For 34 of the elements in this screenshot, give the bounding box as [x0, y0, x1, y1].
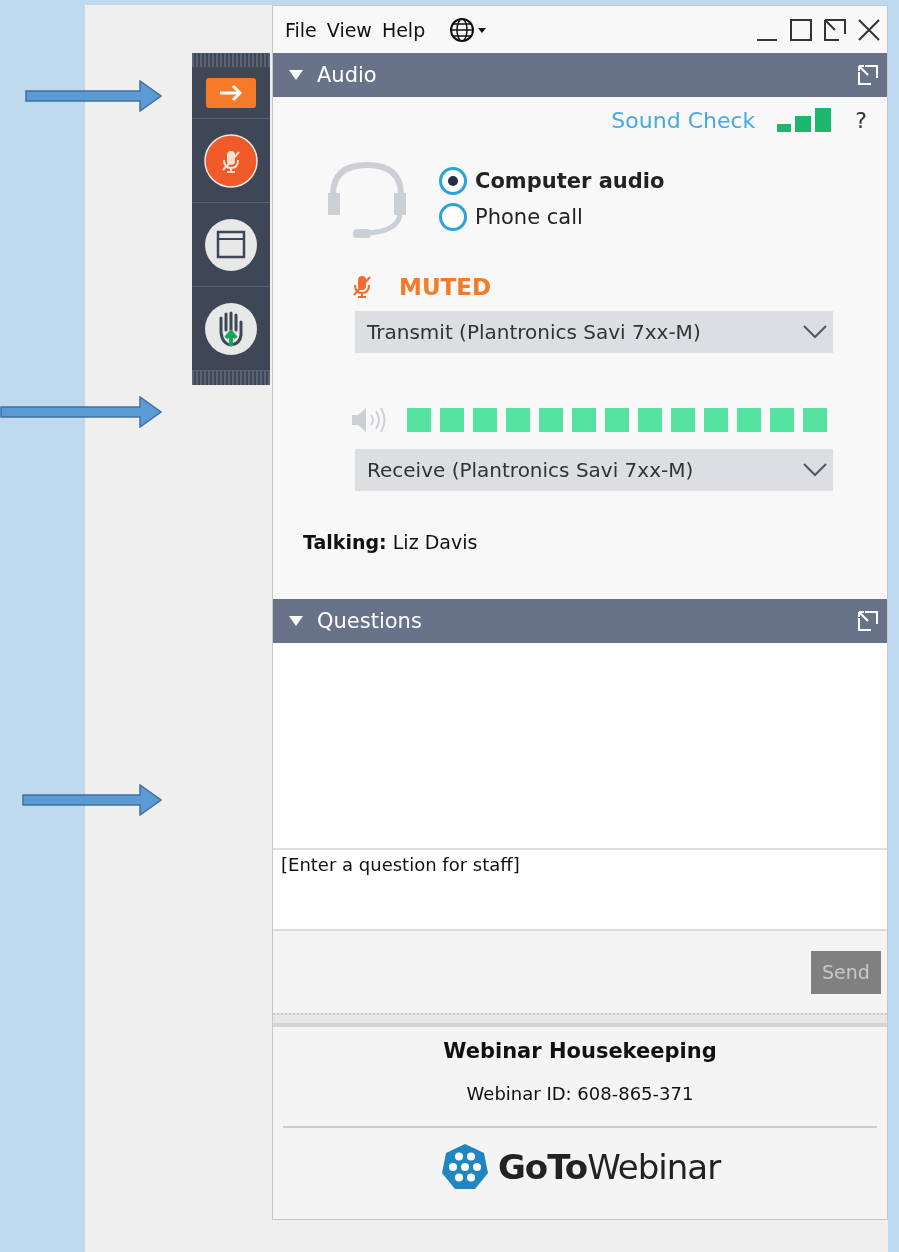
webinar-title: Webinar Housekeeping — [443, 1039, 717, 1063]
collapse-triangle-icon — [289, 70, 303, 80]
chevron-down-icon — [803, 463, 827, 477]
chevron-down-icon — [803, 325, 827, 339]
menu-item[interactable]: View — [326, 18, 372, 41]
splitter-handle[interactable] — [273, 1013, 887, 1027]
muted-microphone-icon — [204, 133, 258, 188]
questions-header[interactable]: Questions — [273, 599, 887, 643]
question-input-field[interactable]: [Enter a question for staff] — [273, 848, 887, 931]
window-icon — [204, 217, 258, 272]
headset-icon — [327, 159, 407, 239]
transmit-dropdown[interactable]: Transmit (Plantronics Savi 7xx-M) — [355, 311, 833, 353]
talking-status: Talking: Liz Davis — [303, 531, 479, 553]
maximize-icon[interactable] — [789, 17, 813, 42]
section-title: Questions — [317, 609, 422, 633]
audio-header[interactable]: Audio — [273, 53, 887, 97]
signal-bars-icon — [777, 108, 834, 132]
radio-option[interactable]: Computer audio — [439, 167, 665, 195]
muted-status: MUTED — [399, 274, 492, 300]
logo-icon — [439, 1142, 490, 1192]
menu-item[interactable]: Help — [381, 18, 426, 41]
help-icon[interactable]: ? — [855, 107, 867, 133]
webinar-id: Webinar ID: 608-865-371 — [466, 1083, 694, 1104]
section-title: Audio — [317, 63, 377, 87]
logo-text: GoToWebinar — [497, 1147, 721, 1187]
receive-dropdown[interactable]: Receive (Plantronics Savi 7xx-M) — [355, 449, 833, 491]
close-icon[interactable] — [857, 17, 881, 42]
grip-handle[interactable] — [192, 371, 270, 385]
hand-icon — [204, 301, 258, 356]
radio-option[interactable]: Phone call — [439, 203, 665, 231]
grip-handle[interactable] — [192, 53, 270, 67]
collapse-triangle-icon — [289, 616, 303, 626]
pop-out-icon[interactable] — [823, 17, 847, 42]
menu-item[interactable]: File — [285, 18, 317, 41]
